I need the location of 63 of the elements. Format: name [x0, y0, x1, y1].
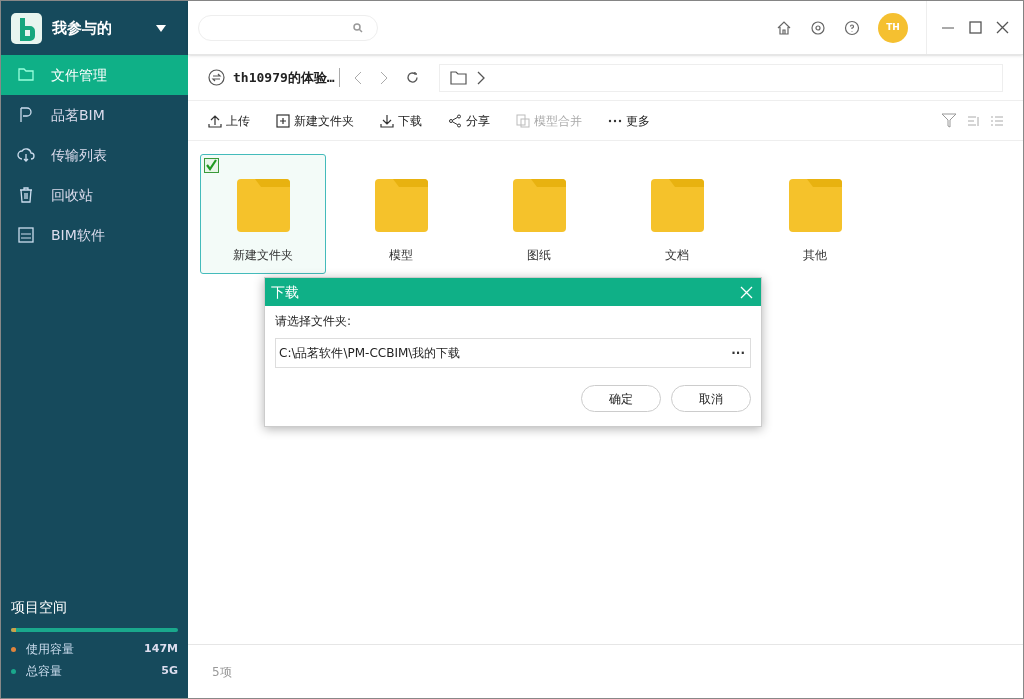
storage-title: 项目空间 — [11, 598, 68, 617]
download-icon — [380, 113, 394, 128]
folder-icon — [788, 179, 842, 232]
checkbox-icon[interactable] — [204, 158, 219, 173]
refresh-icon[interactable] — [405, 71, 419, 84]
prompt-label: 请选择文件夹: — [275, 313, 353, 330]
chevron-icon[interactable] — [476, 70, 485, 85]
stack-icon — [516, 113, 530, 128]
dropdown-icon[interactable] — [156, 24, 166, 32]
project-title[interactable]: 我参与的 — [52, 16, 112, 40]
dialog-button[interactable]: 确定 — [581, 385, 661, 412]
switch-icon[interactable] — [208, 69, 225, 86]
toolbar-button[interactable]: 新建文件夹 — [276, 111, 354, 130]
close-icon[interactable] — [996, 21, 1009, 34]
back-icon[interactable] — [353, 70, 362, 85]
folder-tile[interactable]: 文档 — [614, 154, 740, 274]
dialog-title: 下载 — [271, 282, 299, 302]
legend-label: 总容量 — [26, 663, 62, 680]
toolbar-button[interactable]: 下载 — [380, 111, 422, 130]
space-name[interactable]: th10979的体验… — [233, 67, 340, 88]
folder-tile[interactable]: 模型 — [338, 154, 464, 274]
toolbar-button[interactable]: 上传 — [208, 111, 250, 130]
legend-value: 5G — [161, 662, 178, 679]
legend-label: 使用容量 — [26, 641, 74, 658]
logo-icon — [11, 12, 42, 44]
folder-name: 文档 — [665, 247, 689, 264]
folder-icon — [374, 179, 428, 232]
add-folder-icon — [276, 113, 290, 128]
folder-tile[interactable]: 新建文件夹 — [200, 154, 326, 274]
folder-tile[interactable]: 图纸 — [476, 154, 602, 274]
legend-value: 147M — [144, 640, 178, 657]
sidebar-item[interactable]: 品茗BIM — [1, 95, 188, 135]
share-icon — [448, 113, 462, 128]
browse-button[interactable]: ··· — [729, 344, 747, 362]
trash-icon — [17, 186, 35, 204]
sidebar-item[interactable]: 回收站 — [1, 175, 188, 215]
folder-icon — [236, 179, 290, 232]
maximize-icon[interactable] — [969, 21, 982, 34]
folder-name: 图纸 — [527, 247, 551, 264]
cloud-upload-icon — [17, 146, 35, 164]
toolbar-button[interactable]: 分享 — [448, 111, 490, 130]
folder-icon — [512, 179, 566, 232]
folder-icon — [17, 66, 35, 84]
folder-name: 其他 — [803, 247, 827, 264]
sidebar-item[interactable]: 传输列表 — [1, 135, 188, 175]
help-icon[interactable] — [844, 19, 860, 36]
folder-icon — [650, 179, 704, 232]
filter-icon[interactable] — [941, 113, 957, 128]
folder-tile[interactable]: 其他 — [752, 154, 878, 274]
folder-name: 新建文件夹 — [233, 247, 293, 264]
sidebar-item[interactable]: BIM软件 — [1, 215, 188, 255]
folder-path-field[interactable]: C:\品茗软件\PM-CCBIM\我的下载 ··· — [275, 338, 751, 368]
upload-icon — [208, 113, 222, 128]
folder-icon — [449, 70, 467, 85]
home-icon[interactable] — [776, 19, 792, 36]
dialog-button[interactable]: 取消 — [671, 385, 751, 412]
folder-name: 模型 — [389, 247, 413, 264]
forward-icon[interactable] — [379, 70, 388, 85]
settings-icon[interactable] — [810, 19, 826, 36]
search-icon — [353, 22, 363, 33]
item-count: 5项 — [212, 663, 232, 681]
document-icon — [17, 226, 35, 244]
toolbar-button[interactable]: 更多 — [608, 111, 650, 130]
